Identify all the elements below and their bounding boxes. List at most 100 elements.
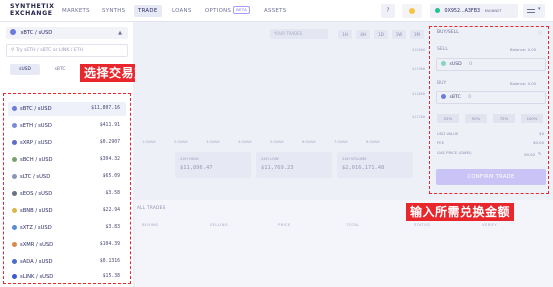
filter-tab-susd[interactable]: sUSD — [10, 64, 40, 75]
top-nav-bar: SYNTHETIX EXCHANGE MARKETS SYNTHS TRADE … — [0, 0, 553, 22]
pair-price: $15.38 — [102, 274, 120, 279]
theme-toggle[interactable] — [402, 4, 422, 18]
beta-badge: BETA — [233, 6, 251, 14]
selected-pair-label: sBTC / sUSD — [20, 30, 53, 36]
pair-row-seos[interactable]: sEOS / sUSD $3.58 — [8, 187, 126, 201]
pair-name: sXMR / sUSD — [20, 242, 54, 248]
pair-price: $304.32 — [99, 157, 120, 162]
nav-options-label: OPTIONS — [205, 8, 232, 14]
nav-loans[interactable]: LOANS — [172, 5, 192, 17]
x-tick: 1:00AM — [142, 140, 156, 144]
pair-row-sxmr[interactable]: sXMR / sUSD $104.39 — [8, 238, 126, 252]
x-tick: 8:00AM — [366, 140, 380, 144]
pair-price: $411.91 — [99, 123, 120, 128]
pair-name: sEOS / sUSD — [20, 191, 53, 197]
pair-name: sBNB / sUSD — [20, 208, 53, 214]
stat-title: 24H HIGH — [180, 156, 199, 161]
y-tick: $12000 — [412, 48, 425, 52]
pair-name: sADA / sUSD — [20, 259, 53, 265]
sada-icon — [12, 259, 17, 264]
pair-price: $3.83 — [105, 225, 120, 230]
logo-line2: EXCHANGE — [10, 10, 53, 18]
col-total[interactable]: TOTAL — [346, 222, 360, 227]
pair-name: sETH / sUSD — [20, 123, 52, 129]
sbnb-icon — [12, 208, 17, 213]
selected-pair-dropdown[interactable]: sBTC / sUSD ▲ — [6, 27, 128, 39]
timeframe-4h[interactable]: 4H — [356, 30, 370, 39]
pair-name: sBTC / sUSD — [20, 106, 52, 112]
logo-line1: SYNTHETIX — [10, 3, 55, 10]
col-buying[interactable]: BUYING — [142, 222, 158, 227]
timeframe-1d[interactable]: 1D — [374, 30, 388, 39]
pair-row-sbch[interactable]: sBCH / sUSD $304.32 — [8, 153, 126, 167]
y-tick: $11700 — [412, 115, 425, 119]
nav-synths[interactable]: SYNTHS — [102, 5, 125, 17]
pair-name: sXTZ / sUSD — [20, 225, 52, 231]
settings-menu-button[interactable]: ▾ — [523, 4, 545, 18]
stat-value: $2,016,171.48 — [342, 165, 385, 171]
slink-icon — [12, 274, 17, 279]
nav-assets[interactable]: ASSETS — [264, 5, 286, 17]
your-trades-toggle[interactable]: YOUR TRADES — [270, 29, 328, 39]
x-tick: 7:00AM — [334, 140, 348, 144]
stat-value: $11,896.47 — [180, 165, 213, 171]
col-selling[interactable]: SELLING — [210, 222, 228, 227]
wallet-status-icon — [435, 7, 440, 13]
wallet-address: 0X952...A3FB3 — [444, 9, 481, 14]
timeframe-1w[interactable]: 1W — [392, 30, 406, 39]
nav-trade[interactable]: TRADE — [134, 5, 162, 17]
pair-price: $22.94 — [102, 208, 120, 213]
x-tick: 6:00AM — [302, 140, 316, 144]
pair-search-input[interactable]: ⚲ Try sETH / sBTC or LINK / ETH — [6, 44, 128, 57]
sxrp-icon — [12, 140, 17, 145]
menu-icon — [527, 9, 535, 13]
pair-price: $0.1316 — [99, 259, 120, 264]
search-icon: ⚲ — [11, 48, 15, 53]
sltc-icon — [12, 174, 17, 179]
pair-price: $11,807.16 — [91, 106, 120, 111]
col-status[interactable]: STATUS — [414, 222, 430, 227]
sbch-icon — [12, 157, 17, 162]
pair-row-sltc[interactable]: sLTC / sUSD $65.09 — [8, 170, 126, 184]
pair-price: $0.2907 — [99, 140, 120, 145]
nav-markets[interactable]: MARKETS — [62, 5, 90, 17]
col-price[interactable]: PRICE — [278, 222, 291, 227]
pair-row-sbnb[interactable]: sBNB / sUSD $22.94 — [8, 204, 126, 218]
col-verify[interactable]: VERIFY — [482, 222, 497, 227]
filter-tab-sbtc[interactable]: sBTC — [45, 64, 75, 75]
stat-24h-low: 24H LOW $11,769.23 — [256, 152, 332, 178]
x-tick: 5:00AM — [270, 140, 284, 144]
pair-row-seth[interactable]: sETH / sUSD $411.91 — [8, 119, 126, 133]
pair-row-sxrp[interactable]: sXRP / sUSD $0.2907 — [8, 136, 126, 150]
tab-all-trades[interactable]: ALL TRADES — [137, 205, 166, 210]
wallet-button[interactable]: 0X952...A3FB3 MAINNET — [430, 4, 518, 18]
y-tick: $11900 — [412, 67, 425, 71]
x-tick: 2:00AM — [174, 140, 188, 144]
pair-row-sada[interactable]: sADA / sUSD $0.1316 — [8, 255, 126, 269]
chevron-down-icon: ▾ — [538, 6, 541, 12]
timeframe-1h[interactable]: 1H — [338, 30, 352, 39]
nav-options[interactable]: OPTIONS BETA — [205, 5, 251, 17]
btc-coin-icon — [10, 29, 16, 35]
pair-name: sLINK / sUSD — [20, 274, 54, 280]
synthetix-logo[interactable]: SYNTHETIX EXCHANGE — [10, 3, 58, 18]
stat-value: $11,769.23 — [261, 165, 294, 171]
pair-row-slink[interactable]: sLINK / sUSD $15.38 — [8, 270, 126, 284]
stat-24h-volume: 24H VOLUME $2,016,171.48 — [337, 152, 413, 178]
sxtz-icon — [12, 225, 17, 230]
pair-price: $3.58 — [105, 191, 120, 196]
seos-icon — [12, 191, 17, 196]
pair-row-sxtz[interactable]: sXTZ / sUSD $3.83 — [8, 221, 126, 235]
sun-icon — [409, 8, 415, 14]
help-button[interactable]: ? — [381, 4, 395, 18]
pair-name: sBCH / sUSD — [20, 157, 53, 163]
chevron-up-icon: ▲ — [118, 30, 122, 36]
pair-name: sXRP / sUSD — [20, 140, 52, 146]
pair-price: $104.39 — [99, 242, 120, 247]
pair-row-sbtc[interactable]: sBTC / sUSD $11,807.16 — [8, 102, 126, 116]
order-panel-highlight — [429, 26, 549, 194]
stat-24h-high: 24H HIGH $11,896.47 — [175, 152, 251, 178]
stat-title: 24H VOLUME — [342, 156, 367, 161]
timeframe-1m[interactable]: 1M — [410, 30, 424, 39]
network-label: MAINNET — [484, 8, 502, 13]
